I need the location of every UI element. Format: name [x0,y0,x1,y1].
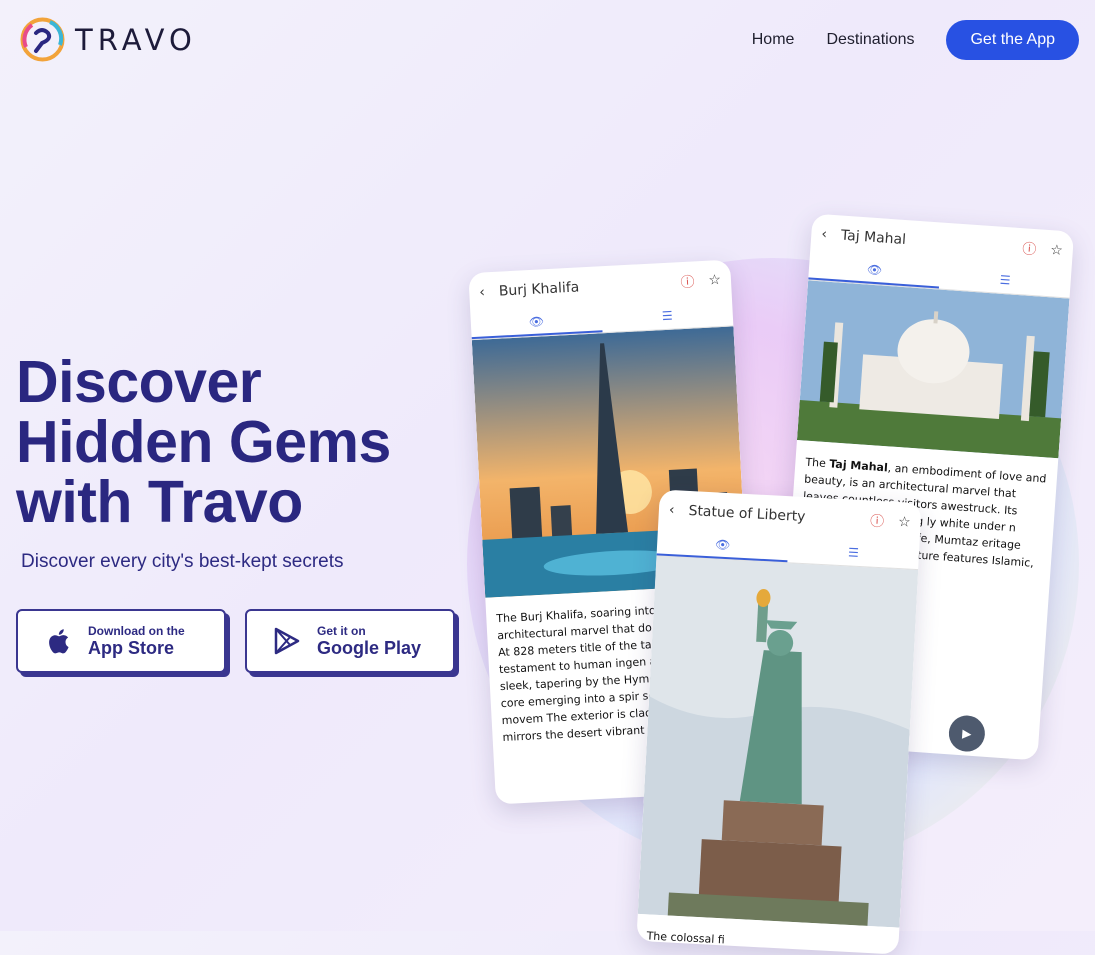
hero-title-line3: with Travo [16,469,303,535]
nav-home-link[interactable]: Home [752,31,795,49]
back-icon[interactable]: ‹ [821,226,828,242]
top-nav: Home Destinations Get the App [752,20,1079,60]
description-bold: Taj Mahal [828,457,889,475]
screen-title: Statue of Liberty [688,502,806,526]
app-store-small-label: Download on the [88,624,185,638]
apple-icon [44,627,72,655]
play-audio-button[interactable]: ▶ [947,714,987,753]
statue-of-liberty-photo [637,556,919,928]
back-icon[interactable]: ‹ [669,502,675,518]
report-icon[interactable]: ⓘ [680,271,695,292]
google-play-icon [273,627,301,655]
nav-destinations-link[interactable]: Destinations [826,31,914,49]
brand-name: TRAVO [75,22,197,57]
star-icon[interactable]: ☆ [708,272,721,289]
google-play-small-label: Get it on [317,624,366,638]
description-prefix: The [804,455,830,471]
app-store-button[interactable]: Download on the App Store [16,609,226,673]
hero-title-line1: Discover [16,349,262,415]
brand-logo[interactable]: TRAVO [20,17,197,62]
taj-mahal-photo [796,280,1070,459]
hero-subtitle: Discover every city's best-kept secrets [21,551,344,572]
screen-title: Taj Mahal [840,227,907,249]
logo-icon [20,17,65,62]
google-play-button[interactable]: Get it on Google Play [245,609,455,673]
hero-title: Discover Hidden Gems with Travo [16,352,391,532]
get-app-button[interactable]: Get the App [946,20,1079,60]
google-play-big-label: Google Play [317,638,422,658]
back-icon[interactable]: ‹ [479,284,485,300]
play-icon: ▶ [961,726,972,741]
star-icon[interactable]: ☆ [898,514,911,531]
report-icon[interactable]: ⓘ [870,511,885,532]
screen-title: Burj Khalifa [498,279,580,300]
star-icon[interactable]: ☆ [1050,242,1064,259]
app-store-big-label: App Store [88,638,175,658]
hero-title-line2: Hidden Gems [16,409,391,475]
statue-of-liberty-screen: ‹ Statue of Liberty ⓘ ☆ 👁 ☰ The colossal… [636,489,922,955]
report-icon[interactable]: ⓘ [1022,238,1037,259]
